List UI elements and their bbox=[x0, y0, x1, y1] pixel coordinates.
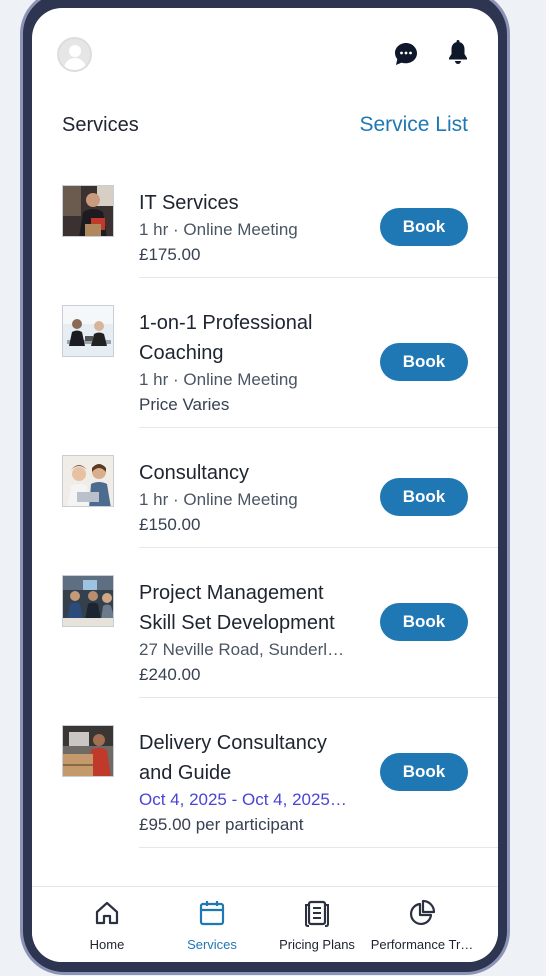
service-price: £95.00 per participant bbox=[139, 815, 304, 834]
service-details: 1 hr · Online Meeting bbox=[139, 220, 298, 239]
service-price: £150.00 bbox=[139, 515, 201, 534]
bottom-tab-bar: Home Services Pricing Plans Performance … bbox=[32, 886, 498, 962]
list-item: Project Management Skill Set Development… bbox=[32, 548, 498, 698]
top-bar bbox=[32, 8, 498, 98]
service-title[interactable]: Project Management Skill Set Development bbox=[139, 578, 354, 638]
tab-label: Home bbox=[89, 937, 125, 952]
tab-label: Services bbox=[187, 937, 237, 952]
service-title[interactable]: 1-on-1 Professional Coaching bbox=[139, 308, 354, 368]
list-item: Delivery Consultancy and Guide Oct 4, 20… bbox=[32, 698, 498, 848]
tab-home[interactable]: Home bbox=[53, 887, 161, 962]
service-price: £175.00 bbox=[139, 245, 201, 264]
book-button[interactable]: Book bbox=[380, 603, 468, 641]
service-title[interactable]: IT Services bbox=[139, 188, 354, 218]
service-thumbnail bbox=[62, 185, 114, 237]
service-thumbnail bbox=[62, 725, 114, 777]
service-list: IT Services 1 hr · Online Meeting £175.0… bbox=[32, 158, 498, 848]
tab-label: Pricing Plans bbox=[279, 937, 355, 952]
service-thumbnail bbox=[62, 455, 114, 507]
home-icon bbox=[95, 901, 119, 925]
service-thumbnail bbox=[62, 575, 114, 627]
service-details: 1 hr · Online Meeting bbox=[139, 370, 298, 389]
document-icon bbox=[305, 900, 329, 927]
service-location: 27 Neville Road, Sunderla… bbox=[139, 640, 349, 659]
list-item: 1-on-1 Professional Coaching 1 hr · Onli… bbox=[32, 278, 498, 428]
chat-icon[interactable] bbox=[394, 42, 418, 66]
tab-performance[interactable]: Performance Tr… bbox=[368, 887, 476, 962]
section-header: Services Service List bbox=[32, 108, 498, 144]
avatar-head-shape bbox=[69, 45, 81, 57]
bell-icon[interactable] bbox=[446, 40, 470, 66]
book-button[interactable]: Book bbox=[380, 208, 468, 246]
book-button[interactable]: Book bbox=[380, 343, 468, 381]
section-title: Services bbox=[62, 114, 139, 136]
list-item: IT Services 1 hr · Online Meeting £175.0… bbox=[32, 158, 498, 278]
service-title[interactable]: Delivery Consultancy and Guide bbox=[139, 728, 354, 788]
list-item: Consultancy 1 hr · Online Meeting £150.0… bbox=[32, 428, 498, 548]
service-dates: Oct 4, 2025 - Oct 4, 2025 … bbox=[139, 790, 349, 809]
divider bbox=[139, 847, 498, 848]
service-price: Price Varies bbox=[139, 395, 230, 414]
calendar-icon bbox=[199, 901, 225, 926]
avatar-body-shape bbox=[64, 58, 86, 70]
service-thumbnail bbox=[62, 305, 114, 357]
service-list-link[interactable]: Service List bbox=[359, 113, 468, 137]
service-price: £240.00 bbox=[139, 665, 201, 684]
avatar[interactable] bbox=[57, 37, 92, 72]
book-button[interactable]: Book bbox=[380, 753, 468, 791]
tab-services[interactable]: Services bbox=[158, 887, 266, 962]
service-details: 1 hr · Online Meeting bbox=[139, 490, 298, 509]
pie-chart-icon bbox=[409, 899, 436, 926]
tab-label: Performance Tr… bbox=[370, 937, 474, 952]
book-button[interactable]: Book bbox=[380, 478, 468, 516]
service-title[interactable]: Consultancy bbox=[139, 458, 354, 488]
app-screen: Services Service List IT Services 1 hr ·… bbox=[32, 8, 498, 962]
tab-pricing-plans[interactable]: Pricing Plans bbox=[263, 887, 371, 962]
